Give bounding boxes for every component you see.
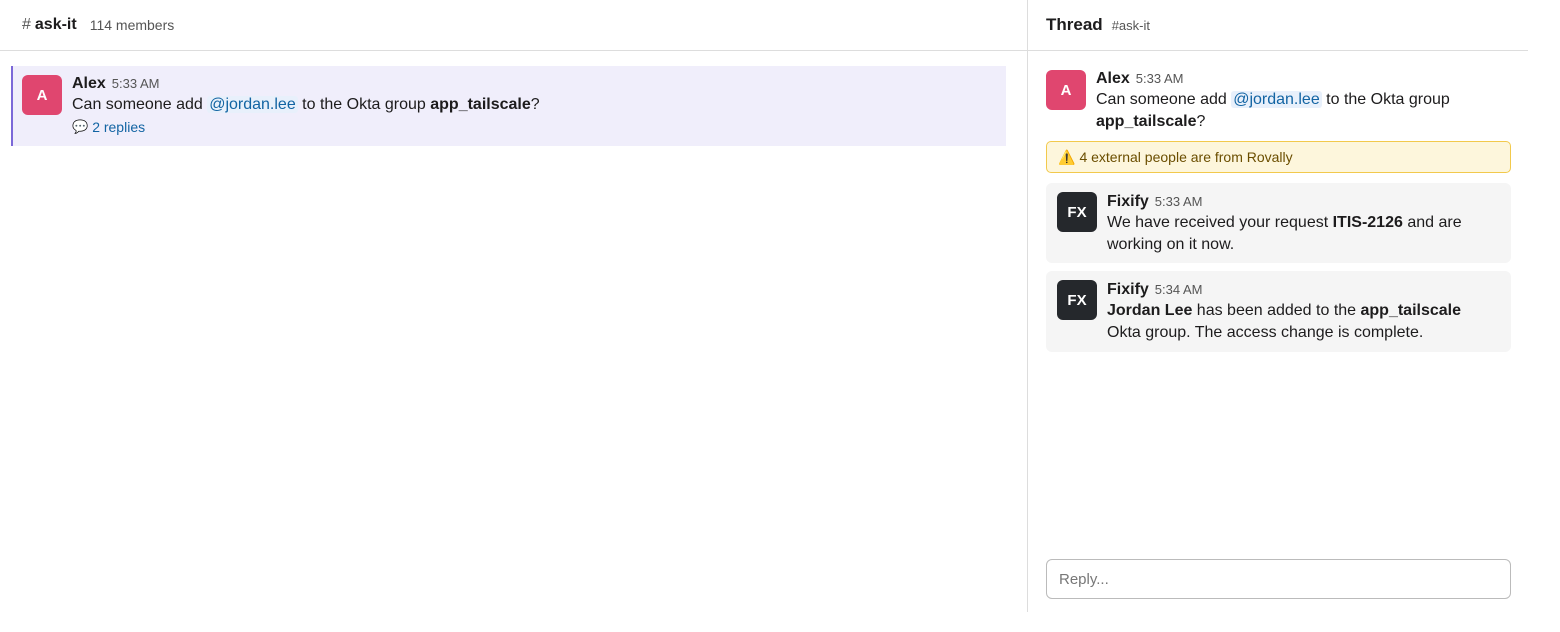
- banner-text: 4 external people are from Rovally: [1079, 149, 1293, 165]
- message-text-part: Okta group. The access change is complet…: [1107, 324, 1424, 341]
- replies-count[interactable]: 2 replies: [92, 119, 145, 135]
- group-name: app_tailscale: [430, 96, 531, 113]
- thread-header: Thread #ask-it: [1028, 0, 1528, 51]
- message-row-highlighted[interactable]: A Alex 5:33 AM Can someone add @jordan.l…: [11, 66, 1006, 146]
- timestamp[interactable]: 5:33 AM: [1155, 194, 1203, 209]
- speech-bubble-icon: 💬: [72, 119, 89, 134]
- message-text: Jordan Lee has been added to the app_tai…: [1107, 300, 1499, 344]
- hash-icon: #: [22, 16, 31, 33]
- bot-avatar[interactable]: FX: [1057, 280, 1097, 320]
- bot-reply-card: FX Fixify 5:33 AM We have received your …: [1046, 183, 1511, 263]
- warning-icon: ⚠️: [1058, 148, 1076, 165]
- author-name[interactable]: Fixify: [1107, 193, 1149, 211]
- message-text-part: ?: [1196, 113, 1206, 130]
- message-body: Alex 5:33 AM Can someone add @jordan.lee…: [1096, 70, 1500, 133]
- reply-input[interactable]: [1046, 559, 1511, 599]
- message-text-part: ?: [530, 96, 540, 113]
- member-count[interactable]: 114 members: [90, 17, 175, 33]
- message-text: Can someone add @jordan.lee to the Okta …: [1096, 89, 1500, 133]
- thread-channel-link[interactable]: #ask-it: [1112, 18, 1150, 33]
- avatar[interactable]: A: [22, 75, 62, 115]
- channel-name[interactable]: ask-it: [35, 16, 77, 34]
- message-header: Fixify 5:34 AM: [1107, 281, 1499, 299]
- message-text-part: has been added to the: [1192, 302, 1361, 319]
- author-name[interactable]: Fixify: [1107, 281, 1149, 299]
- author-name[interactable]: Alex: [1096, 70, 1130, 88]
- timestamp[interactable]: 5:34 AM: [1155, 282, 1203, 297]
- group-name: app_tailscale: [1360, 302, 1462, 319]
- user-name: Jordan Lee: [1107, 302, 1193, 319]
- message-text-part: We have received your request: [1107, 214, 1333, 231]
- ticket-id: ITIS-2126: [1332, 214, 1403, 231]
- message-text: We have received your request ITIS-2126 …: [1107, 212, 1499, 256]
- channel-pane: # ask-it 114 members A Alex 5:33 AM Can …: [0, 0, 1027, 612]
- message-text-part: to the Okta group: [1321, 91, 1450, 108]
- avatar[interactable]: A: [1046, 70, 1086, 110]
- timestamp[interactable]: 5:33 AM: [112, 76, 160, 91]
- channel-header: # ask-it 114 members: [0, 0, 1027, 51]
- message-text: Can someone add @jordan.lee to the Okta …: [72, 94, 996, 116]
- bot-reply-card: FX Fixify 5:34 AM Jordan Lee has been ad…: [1046, 271, 1511, 352]
- message-body: Alex 5:33 AM Can someone add @jordan.lee…: [72, 75, 996, 135]
- thread-pane: Thread #ask-it A Alex 5:33 AM Can someon…: [1028, 0, 1528, 612]
- message-text-part: to the Okta group: [297, 96, 431, 113]
- message-header: Fixify 5:33 AM: [1107, 193, 1499, 211]
- external-people-banner: ⚠️ 4 external people are from Rovally: [1046, 141, 1511, 173]
- user-mention[interactable]: @jordan.lee: [1231, 91, 1322, 108]
- message-body: Fixify 5:33 AM We have received your req…: [1107, 193, 1499, 256]
- bot-avatar[interactable]: FX: [1057, 192, 1097, 232]
- user-mention[interactable]: @jordan.lee: [207, 96, 298, 113]
- group-name: app_tailscale: [1096, 113, 1197, 130]
- timestamp[interactable]: 5:33 AM: [1136, 71, 1184, 86]
- thread-replies-link[interactable]: 💬 2 replies: [72, 119, 996, 135]
- thread-title: Thread: [1046, 15, 1103, 34]
- message-text-part: Can someone add: [72, 96, 208, 113]
- message-text-part: Can someone add: [1096, 91, 1232, 108]
- message-body: Fixify 5:34 AM Jordan Lee has been added…: [1107, 281, 1499, 344]
- message-header: Alex 5:33 AM: [72, 75, 996, 93]
- author-name[interactable]: Alex: [72, 75, 106, 93]
- message-header: Alex 5:33 AM: [1096, 70, 1500, 88]
